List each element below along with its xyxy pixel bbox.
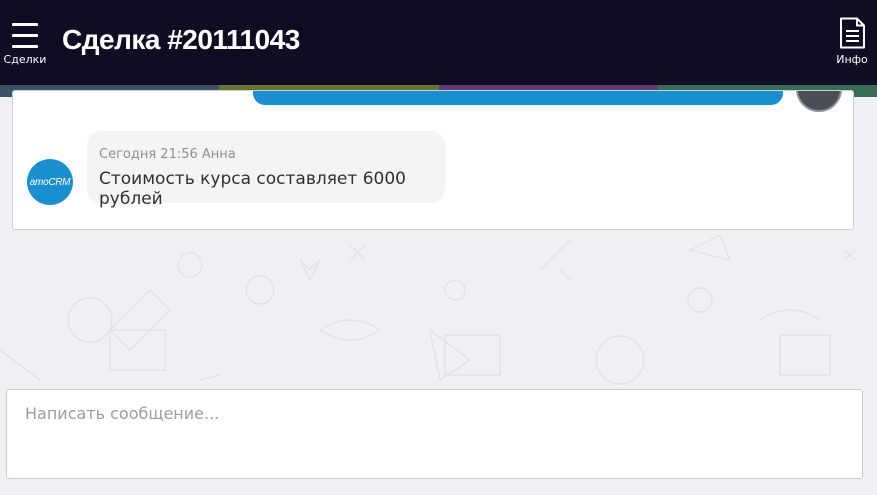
info-button[interactable]: Инфо [827,0,877,85]
message-meta: Сегодня 21:56 Анна [99,147,236,162]
user-avatar [796,91,842,112]
chat-feed[interactable]: amoCRM Сегодня 21:56 Анна Стоимость курс… [12,90,854,230]
deals-menu-label: Сделки [3,53,47,66]
message-text: Стоимость курса составляет 6000 рублей [99,169,406,209]
amocrm-avatar: amoCRM [27,159,73,205]
message-input[interactable] [7,390,862,478]
info-label: Инфо [836,53,868,66]
outgoing-message-bubble [253,91,783,105]
deals-menu-button[interactable]: Сделки [0,0,50,85]
incoming-message-bubble: Сегодня 21:56 Анна Стоимость курса соста… [87,131,445,209]
top-bar: Сделки Сделка #20111043 Инфо [0,0,877,85]
menu-icon [12,23,38,48]
document-icon [840,17,865,49]
page-title: Сделка #20111043 [62,24,300,55]
message-composer [6,389,863,479]
